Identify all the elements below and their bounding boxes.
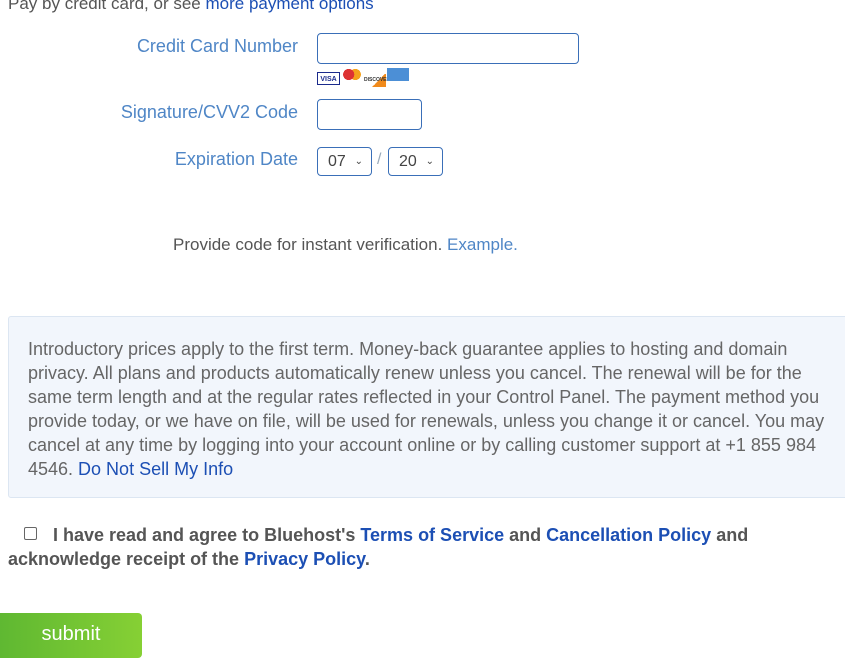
privacy-policy-link[interactable]: Privacy Policy [244,549,365,569]
cvv-input[interactable] [317,99,422,130]
date-separator: / [377,151,382,168]
chevron-down-icon: ⌄ [425,156,434,167]
amex-logo [387,68,409,81]
credit-card-number-input[interactable] [317,33,579,64]
do-not-sell-link[interactable]: Do Not Sell My Info [78,459,233,479]
expiration-year-select[interactable]: 20 ⌄ [388,147,443,176]
cancellation-policy-link[interactable]: Cancellation Policy [546,525,711,545]
example-link[interactable]: Example. [447,235,518,254]
verification-text: Provide code for instant verification. E… [173,235,518,254]
cc-label: Credit Card Number [136,36,298,56]
card-logos: VISA DISCOVER [317,68,410,87]
expiration-label: Expiration Date [174,149,298,169]
agree-checkbox[interactable] [24,527,37,540]
mastercard-logo [341,68,363,81]
chevron-down-icon: ⌄ [354,156,363,167]
cvv-label: Signature/CVV2 Code [120,102,298,122]
terms-of-service-link[interactable]: Terms of Service [360,525,504,545]
more-payment-options-link[interactable]: more payment options [205,0,373,13]
visa-logo: VISA [317,72,340,85]
submit-button[interactable]: submit [0,613,142,658]
renewal-notice: Introductory prices apply to the first t… [8,316,845,498]
intro-text: Pay by credit card, or see more payment … [8,0,374,14]
agreement-text: I have read and agree to Bluehost's Term… [8,525,749,569]
discover-logo: DISCOVER [364,74,390,87]
expiration-month-select[interactable]: 07 ⌄ [317,147,372,176]
